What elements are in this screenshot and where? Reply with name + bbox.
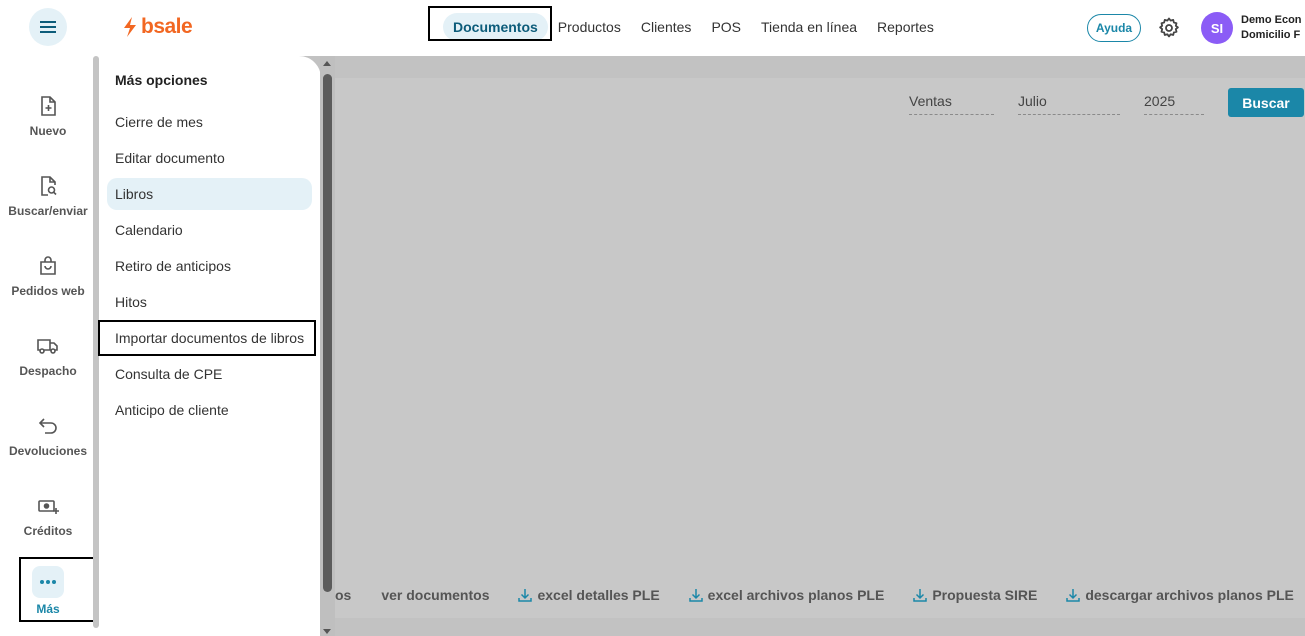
sidebar-item-nuevo[interactable]: Nuevo: [0, 90, 96, 160]
action-label: excel archivos planos PLE: [707, 587, 885, 603]
menu-item-retiro-de-anticipos[interactable]: Retiro de anticipos: [107, 250, 312, 282]
menu-item-cierre-de-mes[interactable]: Cierre de mes: [107, 106, 312, 138]
menu-item-importar-documentos-de-libros[interactable]: Importar documentos de libros: [107, 322, 312, 354]
sidebar-item-despacho[interactable]: Despacho: [0, 330, 96, 400]
more-options-panel: Más opciones Cierre de mes Editar docume…: [99, 56, 321, 636]
scroll-thumb[interactable]: [323, 74, 332, 592]
menu-item-hitos[interactable]: Hitos: [107, 286, 312, 318]
undo-arrow-icon: [38, 418, 57, 434]
bsale-logo[interactable]: bsale: [122, 15, 193, 39]
nav-clientes[interactable]: Clientes: [631, 13, 702, 41]
sidebar-item-creditos[interactable]: Créditos: [0, 490, 96, 560]
hamburger-icon: [40, 21, 56, 33]
action-descargar-archivos-planos-ple[interactable]: descargar archivos planos PLE: [1065, 587, 1294, 603]
panel-title: Más opciones: [115, 72, 208, 88]
more-icon-wrap: [32, 566, 64, 598]
main-nav: Documentos Productos Clientes POS Tienda…: [443, 13, 944, 41]
menu-item-editar-documento[interactable]: Editar documento: [107, 142, 312, 174]
user-branch: Domicilio F: [1241, 29, 1301, 41]
nav-pos[interactable]: POS: [701, 13, 751, 41]
scroll-up-arrow-icon[interactable]: [323, 61, 331, 66]
menu-item-libros[interactable]: Libros: [107, 178, 312, 210]
file-plus-icon: [41, 96, 56, 116]
action-propuesta-sire[interactable]: Propuesta SIRE: [912, 587, 1037, 603]
search-button[interactable]: Buscar: [1228, 88, 1304, 117]
sidebar-label: Nuevo: [29, 124, 67, 138]
user-info[interactable]: Demo Econ Domicilio F: [1241, 13, 1305, 43]
gear-icon[interactable]: [1157, 16, 1181, 40]
more-dots-icon: [40, 580, 56, 584]
sidebar-label: Despacho: [19, 364, 77, 378]
user-avatar[interactable]: SI: [1201, 12, 1233, 44]
menu-item-calendario[interactable]: Calendario: [107, 214, 312, 246]
month-select[interactable]: Julio: [1018, 93, 1120, 115]
actions-bar: os ver documentos excel detalles PLE exc…: [335, 587, 1294, 603]
shopping-bag-icon: [40, 256, 56, 275]
sidebar-label: Buscar/enviar: [8, 204, 88, 218]
top-header: bsale Documentos Productos Clientes POS …: [0, 0, 1305, 56]
sidebar-item-pedidos-web[interactable]: Pedidos web: [0, 250, 96, 320]
action-excel-detalles-ple[interactable]: excel detalles PLE: [517, 587, 660, 603]
download-icon: [913, 589, 928, 602]
menu-item-consulta-de-cpe[interactable]: Consulta de CPE: [107, 358, 312, 390]
user-company: Demo Econ: [1241, 14, 1302, 26]
document-type-select[interactable]: Ventas: [909, 93, 994, 115]
nav-tienda-en-linea[interactable]: Tienda en línea: [751, 13, 867, 41]
nav-reportes[interactable]: Reportes: [867, 13, 944, 41]
panel-scrollbar[interactable]: [320, 56, 335, 636]
sidebar-label: Más: [36, 602, 60, 616]
nav-productos[interactable]: Productos: [548, 13, 631, 41]
scroll-down-arrow-icon[interactable]: [323, 629, 331, 634]
content-card: [335, 78, 1305, 618]
action-label: Propuesta SIRE: [932, 587, 1038, 603]
menu-item-anticipo-de-cliente[interactable]: Anticipo de cliente: [107, 394, 312, 426]
action-label: ver documentos: [381, 587, 490, 603]
download-icon: [518, 589, 533, 602]
bsale-bolt-icon: [124, 17, 136, 37]
action-label: descargar archivos planos PLE: [1085, 587, 1294, 603]
sidebar-label: Pedidos web: [11, 284, 85, 298]
logo-text: bsale: [141, 15, 193, 38]
sidebar-item-mas[interactable]: Más: [0, 566, 96, 636]
sidebar-label: Devoluciones: [8, 444, 88, 458]
download-icon: [1066, 589, 1081, 602]
cash-plus-icon: [38, 500, 59, 514]
action-partial[interactable]: os: [335, 587, 351, 603]
file-search-icon: [41, 176, 57, 196]
nav-documentos[interactable]: Documentos: [443, 13, 548, 41]
action-ver-documentos[interactable]: ver documentos: [381, 587, 489, 603]
action-excel-archivos-planos-ple[interactable]: excel archivos planos PLE: [688, 587, 885, 603]
year-select[interactable]: 2025: [1144, 93, 1204, 115]
help-button[interactable]: Ayuda: [1087, 14, 1141, 42]
action-label: excel detalles PLE: [537, 587, 660, 603]
left-sidebar: Nuevo Buscar/enviar Pedidos web Despacho…: [0, 56, 96, 636]
menu-toggle-button[interactable]: [29, 8, 67, 46]
sidebar-item-buscar-enviar[interactable]: Buscar/enviar: [0, 170, 96, 240]
sidebar-label: Créditos: [23, 524, 73, 538]
truck-icon: [37, 339, 58, 354]
download-icon: [688, 589, 703, 602]
sidebar-item-devoluciones[interactable]: Devoluciones: [0, 410, 96, 480]
